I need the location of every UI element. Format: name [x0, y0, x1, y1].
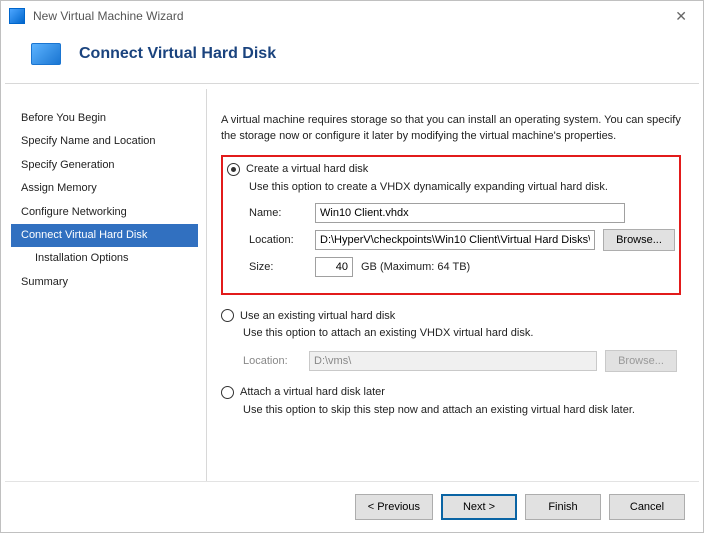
radio-attach-later[interactable]: [221, 386, 234, 399]
wizard-window: New Virtual Machine Wizard ✕ Connect Vir…: [0, 0, 704, 533]
window-title: New Virtual Machine Wizard: [33, 9, 667, 23]
step-specify-generation[interactable]: Specify Generation: [11, 154, 198, 177]
wizard-icon: [31, 43, 61, 65]
existing-location-label: Location:: [243, 355, 301, 367]
existing-location-input: [309, 351, 597, 371]
vertical-divider: [206, 89, 207, 481]
step-assign-memory[interactable]: Assign Memory: [11, 177, 198, 200]
page-header: Connect Virtual Hard Disk: [1, 31, 703, 83]
wizard-footer: < Previous Next > Finish Cancel: [5, 481, 699, 532]
existing-browse-button: Browse...: [605, 350, 677, 372]
size-suffix: GB (Maximum: 64 TB): [361, 261, 470, 273]
wizard-content: A virtual machine requires storage so th…: [215, 89, 693, 481]
close-icon[interactable]: ✕: [667, 6, 695, 27]
location-label: Location:: [249, 234, 307, 246]
size-label: Size:: [249, 261, 307, 273]
radio-existing-label: Use an existing virtual hard disk: [240, 310, 395, 322]
existing-desc: Use this option to attach an existing VH…: [243, 326, 681, 341]
next-button[interactable]: Next >: [441, 494, 517, 520]
name-input[interactable]: [315, 203, 625, 223]
step-connect-vhd[interactable]: Connect Virtual Hard Disk: [11, 224, 198, 247]
radio-existing-vhd[interactable]: [221, 309, 234, 322]
radio-later-label: Attach a virtual hard disk later: [240, 386, 385, 398]
create-desc: Use this option to create a VHDX dynamic…: [249, 180, 675, 195]
step-specify-name[interactable]: Specify Name and Location: [11, 130, 198, 153]
step-summary[interactable]: Summary: [11, 271, 198, 294]
location-input[interactable]: [315, 230, 595, 250]
previous-button[interactable]: < Previous: [355, 494, 433, 520]
radio-create-label: Create a virtual hard disk: [246, 163, 368, 175]
step-before-you-begin[interactable]: Before You Begin: [11, 107, 198, 130]
wizard-steps-sidebar: Before You Begin Specify Name and Locati…: [11, 89, 198, 481]
titlebar: New Virtual Machine Wizard ✕: [1, 1, 703, 31]
later-desc: Use this option to skip this step now an…: [243, 403, 681, 418]
finish-button[interactable]: Finish: [525, 494, 601, 520]
step-configure-networking[interactable]: Configure Networking: [11, 201, 198, 224]
intro-text: A virtual machine requires storage so th…: [221, 113, 681, 145]
app-icon: [9, 8, 25, 24]
name-label: Name:: [249, 207, 307, 219]
browse-button[interactable]: Browse...: [603, 229, 675, 251]
highlight-box: Create a virtual hard disk Use this opti…: [221, 155, 681, 295]
cancel-button[interactable]: Cancel: [609, 494, 685, 520]
size-input[interactable]: [315, 257, 353, 277]
page-title: Connect Virtual Hard Disk: [79, 45, 276, 63]
radio-create-vhd[interactable]: [227, 163, 240, 176]
step-installation-options[interactable]: Installation Options: [11, 247, 198, 270]
